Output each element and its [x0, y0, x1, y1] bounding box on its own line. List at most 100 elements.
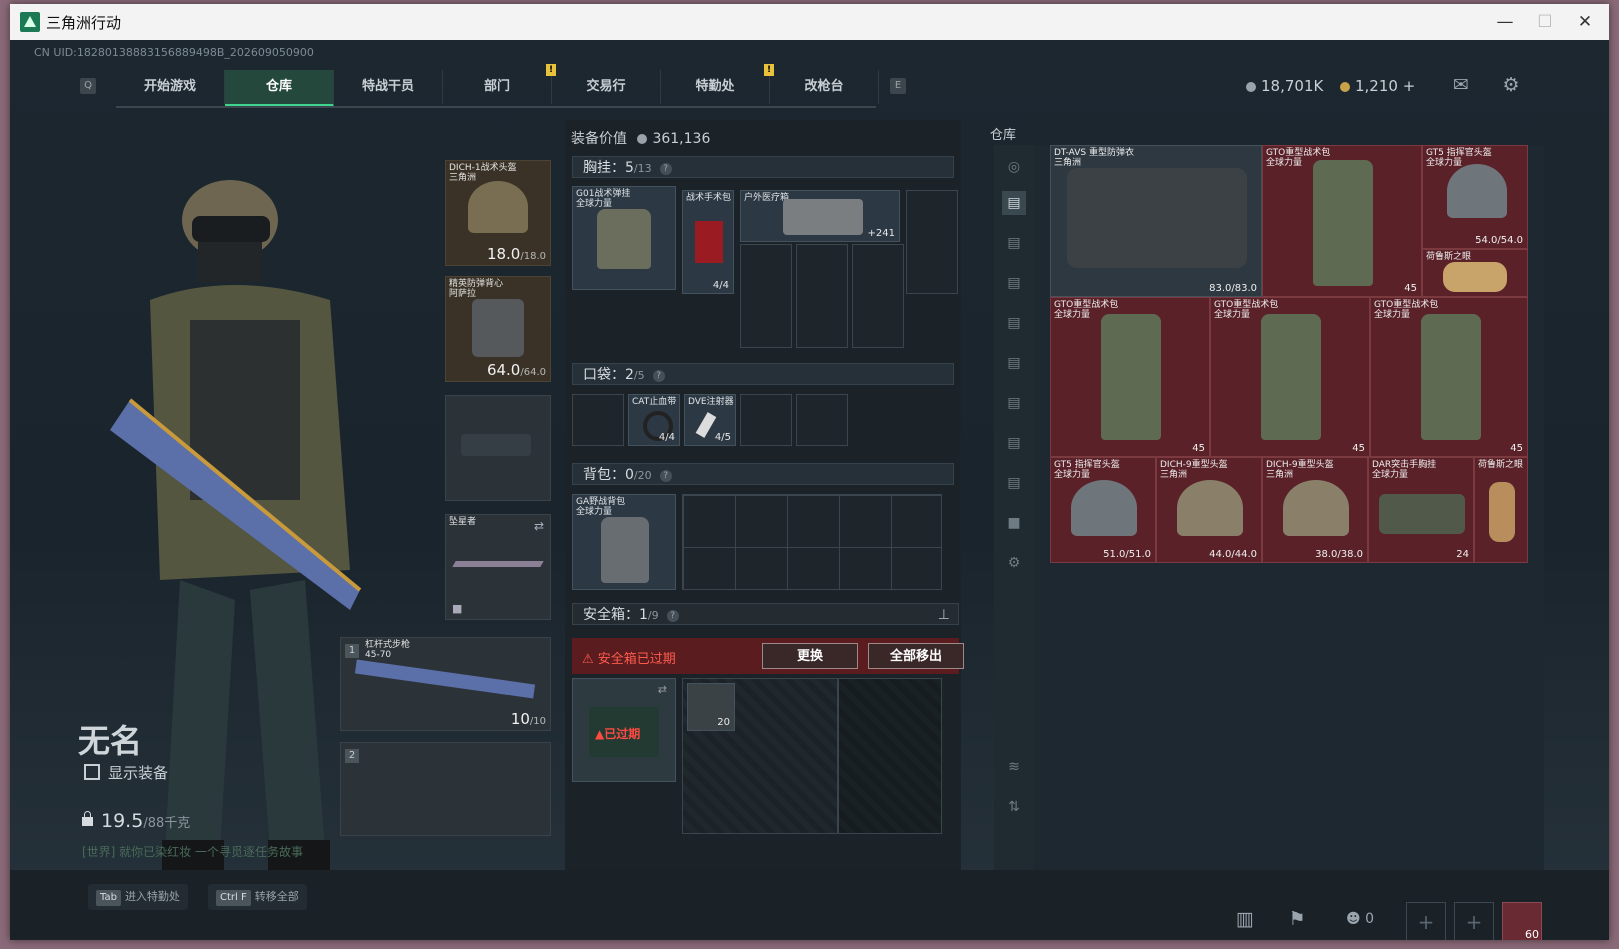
tab-special-ops[interactable]: 特勤处!	[661, 64, 774, 104]
hotkey-special-ops[interactable]: Tab 进入特勤处	[88, 884, 188, 910]
sidebar-page-4-icon[interactable]: ▤	[1002, 311, 1026, 335]
sidebar-page-7-icon[interactable]: ▤	[1002, 431, 1026, 455]
nav-key-q[interactable]: Q	[80, 78, 96, 94]
backpack-name-text: GA野战背包	[576, 497, 626, 507]
sidebar-page-5-icon[interactable]: ▤	[1002, 351, 1026, 375]
backpack-item[interactable]: GA野战背包 全球力量	[572, 494, 676, 590]
minimize-button[interactable]: —	[1490, 10, 1520, 34]
chest-rig-header: 胸挂：5/13?	[572, 156, 954, 178]
chest-cell[interactable]	[906, 190, 958, 294]
loadout-panel: 装备价值 361,136 胸挂：5/13? G01战术弹挂 全球力量 战术手术包 …	[565, 120, 964, 870]
chest-help-icon[interactable]: ?	[659, 163, 672, 175]
team-icon[interactable]: ☻ 0	[1340, 908, 1380, 930]
warehouse-item[interactable]: GTO重型战术包 全球力量 45	[1210, 297, 1370, 457]
tourniquet-item[interactable]: CAT止血带 4/4	[628, 394, 680, 446]
warehouse-item[interactable]: 荷鲁斯之眼	[1474, 457, 1528, 563]
secondary-weapon-slot[interactable]: 2	[340, 742, 551, 836]
warehouse-item[interactable]: GTO重型战术包 全球力量 45	[1370, 297, 1528, 457]
hotkey-tab-key: Tab	[96, 890, 121, 906]
injector-name: DVE注射器	[688, 397, 734, 407]
warehouse-item[interactable]: 荷鲁斯之眼	[1422, 249, 1528, 297]
pin-icon[interactable]: ⊥	[938, 604, 950, 626]
hotkey-transfer-all[interactable]: Ctrl F 转移全部	[208, 884, 307, 910]
primary-weapon-slot[interactable]: 1 杠杆式步枪 45-70 10/10	[340, 637, 551, 731]
melee-slot[interactable]: 坠星者 ⇄ ■	[445, 514, 551, 620]
backpack-icon	[1101, 314, 1161, 440]
tab-operators[interactable]: 特战干员	[334, 70, 443, 104]
weapon1-name: 杠杆式步枪 45-70	[365, 640, 410, 660]
safebox-item[interactable]: ▲已过期 ⇄	[572, 678, 676, 782]
tab-gunsmith[interactable]: 改枪台	[770, 70, 879, 104]
safebox-help-icon[interactable]: ?	[666, 610, 679, 622]
add-teammate-button[interactable]: +	[1454, 902, 1494, 940]
safebox-swap-icon[interactable]: ⇄	[658, 683, 667, 696]
safebox-grid[interactable]: 20	[682, 678, 838, 834]
surgery-kit-item[interactable]: 战术手术包 4/4	[682, 190, 734, 294]
add-currency-button[interactable]: +	[1403, 77, 1416, 95]
sidebar-page-1-icon[interactable]: ▤	[1002, 191, 1026, 215]
tab-department[interactable]: 部门!	[443, 64, 556, 104]
show-equipment-checkbox[interactable]	[84, 764, 100, 780]
sidebar-page-3-icon[interactable]: ▤	[1002, 271, 1026, 295]
swap-icon[interactable]: ⇄	[534, 519, 544, 533]
backpack-help-icon[interactable]: ?	[659, 470, 672, 482]
chest-cell[interactable]	[852, 244, 904, 348]
warehouse-item[interactable]: GT5 指挥官头盔 全球力量 54.0/54.0	[1422, 145, 1528, 249]
chest-cell[interactable]	[796, 244, 848, 348]
sidebar-sort-icon[interactable]: ⇅	[1002, 795, 1026, 819]
warehouse-item-count: 44.0/44.0	[1209, 549, 1257, 560]
stats-icon[interactable]: ▥	[1234, 908, 1256, 930]
warehouse-item-count: 45	[1192, 443, 1205, 454]
warehouse-item-name-text: GTO重型战术包	[1214, 300, 1279, 310]
sidebar-lock-icon[interactable]: ■	[1002, 511, 1026, 535]
add-teammate-button[interactable]: +	[1406, 902, 1446, 940]
backpack-max: /20	[633, 469, 652, 482]
replace-button[interactable]: 更换	[762, 643, 858, 669]
pistol-slot-empty[interactable]	[445, 395, 551, 501]
sidebar-layers-icon[interactable]: ≋	[1002, 755, 1026, 779]
flag-icon[interactable]: ⚑	[1286, 908, 1308, 930]
warehouse-item[interactable]: GTO重型战术包 全球力量 45	[1050, 297, 1210, 457]
sidebar-all-icon[interactable]: ◎	[1002, 155, 1026, 179]
warehouse-item[interactable]: DT-AVS 重型防弹衣 三角洲 83.0/83.0	[1050, 145, 1262, 297]
tab-start-game[interactable]: 开始游戏	[116, 70, 225, 104]
tab-special-ops-label: 特勤处	[695, 79, 735, 94]
chest-cell[interactable]	[740, 244, 792, 348]
world-notice: [世界] 就你已染红妆 一个寻觅逐任务故事	[82, 845, 303, 859]
backpack-grid[interactable]	[682, 494, 942, 590]
player-avatar[interactable]: 60	[1502, 902, 1542, 940]
sidebar-settings-icon[interactable]: ⚙	[1002, 551, 1026, 575]
sidebar-page-6-icon[interactable]: ▤	[1002, 391, 1026, 415]
hotkey-transfer-all-label: 转移全部	[254, 890, 299, 903]
warehouse-item[interactable]: DICH-9重型头盔 三角洲 38.0/38.0	[1262, 457, 1368, 563]
tab-warehouse[interactable]: 仓库	[225, 70, 334, 107]
maximize-button[interactable]: ☐	[1530, 10, 1560, 34]
close-button[interactable]: ✕	[1570, 10, 1600, 34]
safebox-stored-item[interactable]: 20	[687, 683, 735, 731]
helmet-slot[interactable]: DICH-1战术头盔 三角洲 18.0/18.0	[445, 160, 551, 266]
tab-trade[interactable]: 交易行	[552, 70, 661, 104]
settings-gear-icon[interactable]: ⚙	[1500, 74, 1522, 96]
pocket-cell[interactable]	[740, 394, 792, 446]
warehouse-item-name: DICH-9重型头盔 三角洲	[1266, 460, 1334, 480]
injector-item[interactable]: DVE注射器 4/5	[684, 394, 736, 446]
mail-icon[interactable]: ✉	[1450, 74, 1472, 96]
pocket-cell[interactable]	[796, 394, 848, 446]
pocket-cell[interactable]	[572, 394, 624, 446]
warehouse-item[interactable]: DAR突击手胸挂 全球力量 24	[1368, 457, 1474, 563]
show-equipment-toggle[interactable]: 显示装备	[84, 762, 168, 783]
armor-slot[interactable]: 精英防弹背心 阿萨拉 64.0/64.0	[445, 276, 551, 382]
sidebar-page-8-icon[interactable]: ▤	[1002, 471, 1026, 495]
nav-key-e[interactable]: E	[890, 78, 906, 94]
backpack-label: 背包：	[583, 467, 625, 483]
sidebar-page-2-icon[interactable]: ▤	[1002, 231, 1026, 255]
chest-rig-item[interactable]: G01战术弹挂 全球力量	[572, 186, 676, 290]
medkit-item[interactable]: 户外医疗箱 +241	[740, 190, 900, 242]
move-all-button[interactable]: 全部移出	[868, 643, 964, 669]
safebox-expired-bar: ⚠ 安全箱已过期 更换 全部移出	[572, 638, 964, 674]
warehouse-item[interactable]: GT5 指挥官头盔 全球力量 51.0/51.0	[1050, 457, 1156, 563]
warehouse-item[interactable]: GTO重型战术包 全球力量 45	[1262, 145, 1422, 297]
armor-dur-max: /64.0	[520, 367, 546, 378]
warehouse-item[interactable]: DICH-9重型头盔 三角洲 44.0/44.0	[1156, 457, 1262, 563]
pocket-help-icon[interactable]: ?	[652, 370, 665, 382]
